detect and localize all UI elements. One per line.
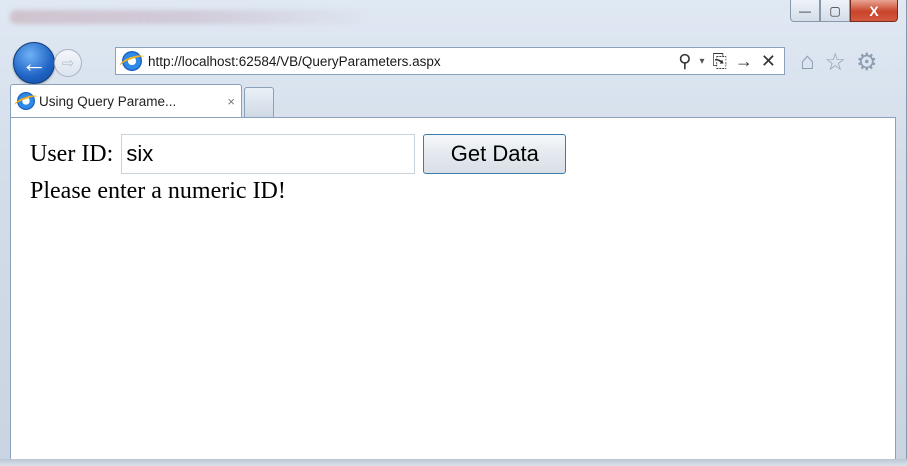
maximize-button[interactable]: ▢: [820, 0, 850, 22]
browser-window: — ▢ X ← ⇨ http://localhost:62584/VB/Quer…: [0, 0, 907, 466]
tab-row: Using Query Parame... ×: [10, 84, 274, 117]
settings-gear-icon[interactable]: ⚙: [856, 48, 878, 77]
back-arrow-icon: ←: [21, 48, 47, 78]
compatibility-view-icon[interactable]: ⎘: [713, 51, 727, 72]
address-url[interactable]: http://localhost:62584/VB/QueryParameter…: [148, 54, 678, 69]
ie-page-icon: [122, 51, 142, 71]
window-controls: — ▢ X: [790, 0, 898, 24]
tab-close-icon[interactable]: ×: [227, 94, 235, 109]
validation-message: Please enter a numeric ID!: [30, 178, 286, 204]
ie-tab-icon: [17, 92, 35, 110]
search-icon[interactable]: ⚲: [678, 51, 691, 72]
window-bottom-edge: [0, 459, 907, 466]
new-tab-button[interactable]: [244, 87, 274, 117]
get-data-button[interactable]: Get Data: [423, 134, 567, 174]
address-tools: ⚲ ▾ ⎘ → ✕: [678, 51, 784, 72]
forward-button[interactable]: ⇨: [54, 49, 82, 77]
stop-icon[interactable]: ✕: [761, 51, 776, 72]
go-arrow-icon[interactable]: →: [735, 51, 753, 72]
minimize-button[interactable]: —: [790, 0, 820, 22]
title-bar-text-blurred: [10, 10, 370, 24]
back-button[interactable]: ←: [13, 42, 55, 84]
close-window-button[interactable]: X: [850, 0, 898, 22]
page-content: User ID: Get Data Please enter a numeric…: [10, 117, 896, 460]
favorites-star-icon[interactable]: ☆: [825, 48, 847, 77]
user-id-label: User ID:: [30, 140, 114, 167]
user-id-input[interactable]: [121, 134, 416, 174]
home-icon[interactable]: ⌂: [800, 48, 815, 77]
tab-title: Using Query Parame...: [39, 93, 177, 109]
tab-query-parameters[interactable]: Using Query Parame... ×: [10, 84, 242, 117]
browser-toolbar-icons: ⌂ ☆ ⚙: [800, 48, 878, 77]
address-bar[interactable]: http://localhost:62584/VB/QueryParameter…: [115, 47, 785, 75]
user-id-row: User ID: Get Data: [30, 134, 567, 174]
forward-arrow-icon: ⇨: [61, 55, 75, 72]
search-dropdown-icon[interactable]: ▾: [699, 56, 704, 67]
